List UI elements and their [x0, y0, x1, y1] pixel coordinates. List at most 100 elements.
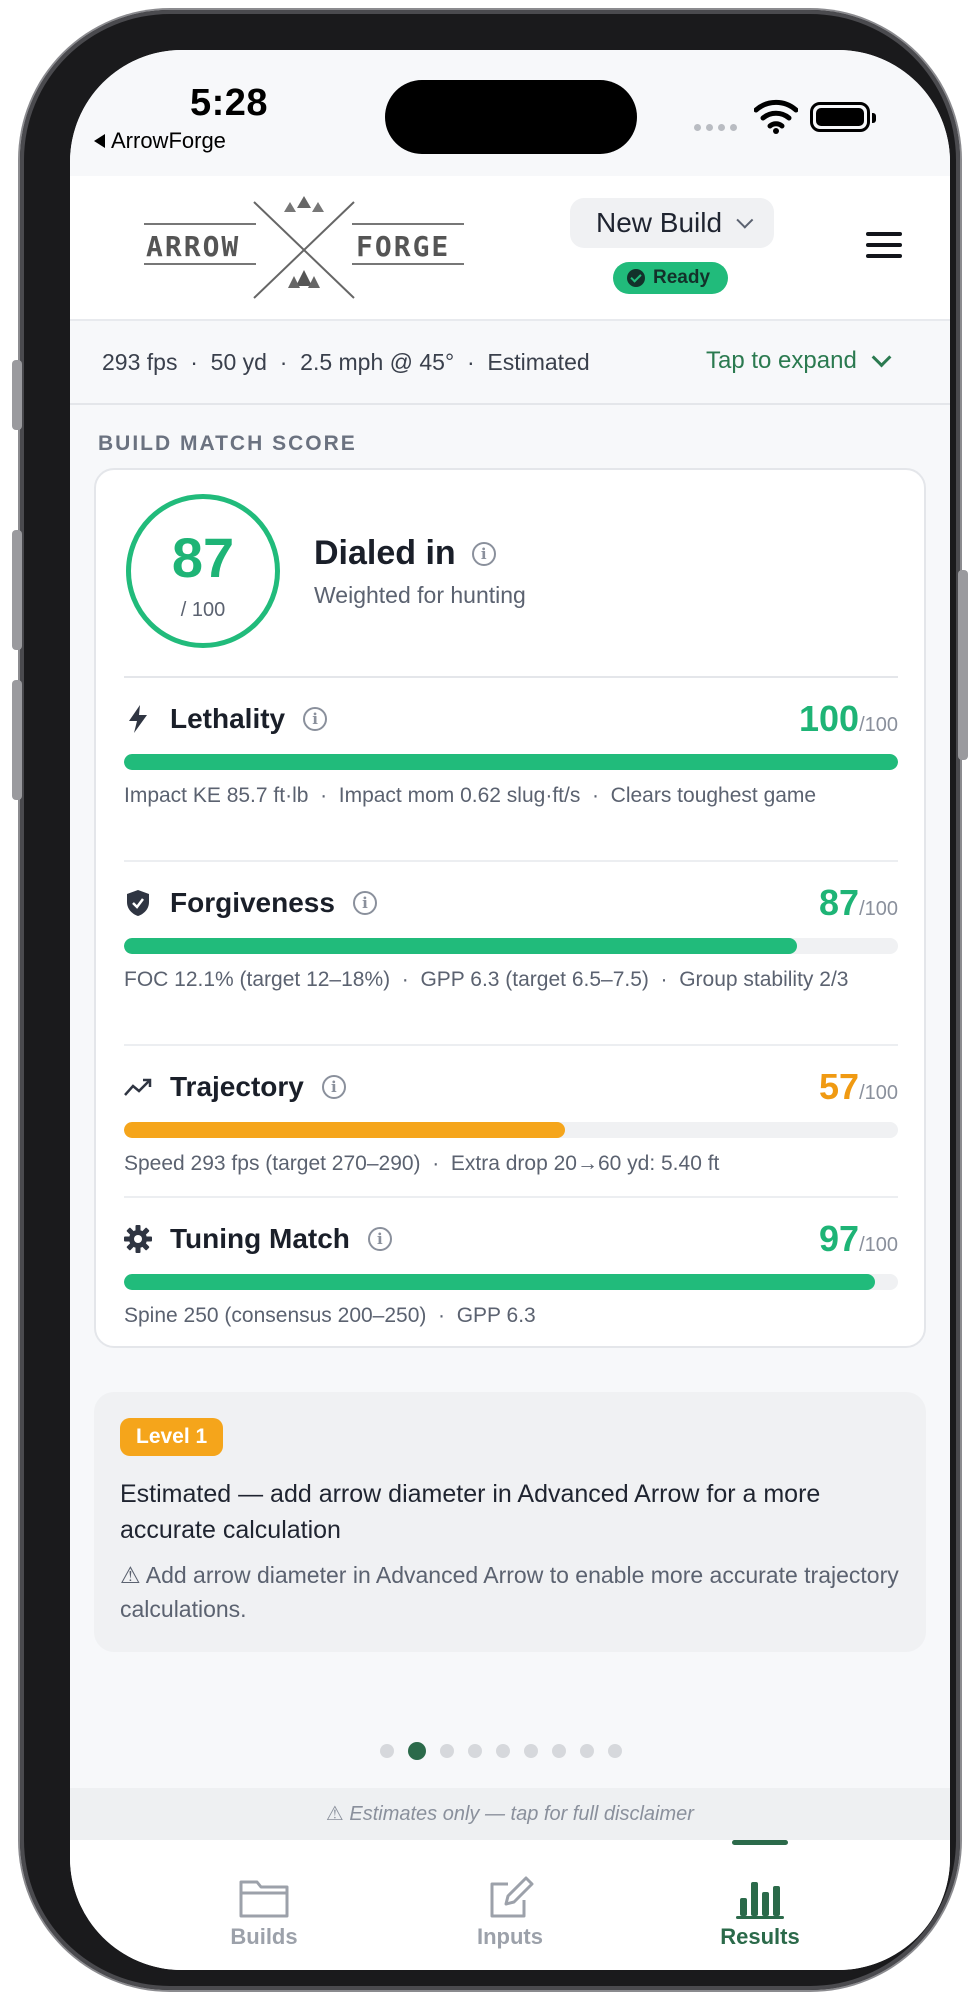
metric-score-value: 57 — [819, 1066, 860, 1107]
score-headline-text: Dialed in — [314, 534, 456, 572]
build-name: New Build — [595, 207, 723, 238]
tab-inputs[interactable]: Inputs — [410, 1840, 610, 1960]
expand-summary-button[interactable]: Tap to expand — [706, 347, 892, 375]
arrowforge-logo: ARROW FORGE — [144, 196, 464, 299]
metric-score-max: /100 — [859, 898, 898, 920]
info-icon[interactable]: i — [471, 541, 496, 566]
metric-progress-fill — [124, 1122, 566, 1138]
metric-progress-bar — [124, 1122, 898, 1138]
page-dot[interactable] — [580, 1744, 594, 1758]
bolt-icon — [124, 705, 152, 733]
metric-score-value: 100 — [798, 698, 860, 739]
info-icon[interactable]: i — [352, 891, 377, 915]
info-icon[interactable]: i — [303, 707, 328, 731]
tab-label: Results — [720, 1924, 800, 1949]
metric-progress-fill — [124, 938, 798, 954]
chevron-down-icon — [736, 211, 754, 229]
back-arrow-icon — [94, 134, 105, 148]
metric-name: Forgiveness — [170, 887, 335, 918]
divider — [124, 1196, 898, 1198]
info-icon[interactable]: i — [367, 1227, 392, 1251]
page-dot[interactable] — [552, 1744, 566, 1758]
score-ring: 87 / 100 — [126, 494, 280, 648]
shot-summary-strip[interactable]: 293 fps · 50 yd · 2.5 mph @ 45° · Estima… — [70, 321, 950, 405]
score-subline: Weighted for hunting — [314, 582, 526, 608]
status-badge: Ready — [613, 262, 729, 294]
page-indicator[interactable] — [380, 1742, 622, 1760]
tab-results[interactable]: Results — [660, 1840, 860, 1960]
volume-up-button — [12, 530, 22, 650]
page-dot[interactable] — [496, 1744, 510, 1758]
overall-score-max: / 100 — [180, 599, 226, 621]
chevron-down-icon — [871, 347, 892, 368]
divider — [124, 860, 898, 862]
edit-icon — [490, 1876, 534, 1918]
metric-progress-bar — [124, 1274, 898, 1290]
info-icon[interactable]: i — [321, 1075, 346, 1099]
metric-score-value: 97 — [819, 1218, 860, 1259]
page-dot[interactable] — [608, 1744, 622, 1758]
metric-score-max: /100 — [859, 714, 898, 736]
action-button — [12, 360, 22, 430]
menu-button[interactable] — [866, 232, 902, 258]
screen: 5:28 ArrowForge ARROW FORGE New Build Re… — [70, 50, 950, 1970]
metric-detail: Spine 250 (consensus 200–250) · GPP 6.3 — [124, 1304, 536, 1327]
metric-score: 97/100 — [819, 1218, 898, 1260]
build-selector[interactable]: New Build — [570, 198, 774, 248]
page-dot[interactable] — [440, 1744, 454, 1758]
metric-progress-bar — [124, 754, 898, 770]
overall-score: 87 — [171, 526, 235, 589]
metric-name: Tuning Match — [170, 1223, 350, 1254]
level-badge: Level 1 — [120, 1418, 224, 1456]
volume-down-button — [12, 680, 22, 800]
wifi-icon — [754, 99, 798, 134]
cellular-signal-icon — [694, 124, 737, 131]
gear-icon — [124, 1225, 152, 1253]
estimate-note-card: Level 1 Estimated — add arrow diameter i… — [94, 1392, 926, 1652]
metric-progress-fill — [124, 754, 898, 770]
metric-score: 87/100 — [819, 882, 898, 924]
folder-icon — [239, 1880, 289, 1918]
section-title: BUILD MATCH SCORE — [98, 432, 357, 455]
back-to-app-link[interactable]: ArrowForge — [94, 128, 226, 154]
tab-bar: Builds Inputs Results — [70, 1840, 950, 1970]
tab-builds[interactable]: Builds — [164, 1840, 364, 1960]
page-dot[interactable] — [380, 1744, 394, 1758]
shield-icon — [124, 889, 152, 917]
metric-detail: FOC 12.1% (target 12–18%) · GPP 6.3 (tar… — [124, 968, 849, 991]
score-headline: Dialed in i — [314, 534, 496, 573]
power-button — [958, 570, 968, 760]
metric-tuning-match[interactable]: Tuning Match i 97/100 Spine 250 (consens… — [124, 1216, 898, 1332]
metric-trajectory[interactable]: Trajectory i 57/100 Speed 293 fps (targe… — [124, 1064, 898, 1180]
status-bar: 5:28 ArrowForge — [70, 50, 950, 176]
shot-summary-text: 293 fps · 50 yd · 2.5 mph @ 45° · Estima… — [102, 349, 590, 375]
check-circle-icon — [627, 269, 645, 287]
note-main-text: Estimated — add arrow diameter in Advanc… — [120, 1480, 821, 1544]
back-app-label: ArrowForge — [111, 128, 226, 153]
battery-icon — [810, 102, 876, 132]
logo-text-forge: FORGE — [356, 230, 450, 263]
bar-chart-icon — [736, 1882, 784, 1919]
build-match-score-card: 87 / 100 Dialed in i Weighted for huntin… — [94, 468, 926, 1348]
disclaimer-bar[interactable]: ⚠ Estimates only — tap for full disclaim… — [70, 1788, 950, 1840]
metric-forgiveness[interactable]: Forgiveness i 87/100 FOC 12.1% (target 1… — [124, 880, 898, 996]
divider — [124, 1044, 898, 1046]
metric-name: Lethality — [170, 703, 286, 734]
expand-label: Tap to expand — [706, 347, 857, 374]
note-warning-text: ⚠ Add arrow diameter in Advanced Arrow t… — [120, 1562, 899, 1622]
metric-progress-bar — [124, 938, 898, 954]
metric-detail: Impact KE 85.7 ft·lb · Impact mom 0.62 s… — [124, 784, 817, 807]
menu-icon — [866, 232, 902, 236]
page-dot[interactable] — [524, 1744, 538, 1758]
metric-score-max: /100 — [859, 1082, 898, 1104]
dynamic-island — [385, 80, 637, 154]
page-dot[interactable] — [468, 1744, 482, 1758]
page-dot[interactable] — [408, 1742, 426, 1760]
metric-score-value: 87 — [819, 882, 860, 923]
metric-progress-fill — [124, 1274, 875, 1290]
phone-frame: 5:28 ArrowForge ARROW FORGE New Build Re… — [12, 10, 968, 1990]
status-time: 5:28 — [190, 82, 269, 124]
divider — [124, 676, 898, 678]
metric-lethality[interactable]: Lethality i 100/100 Impact KE 85.7 ft·lb… — [124, 696, 898, 812]
trend-up-icon — [124, 1073, 152, 1101]
